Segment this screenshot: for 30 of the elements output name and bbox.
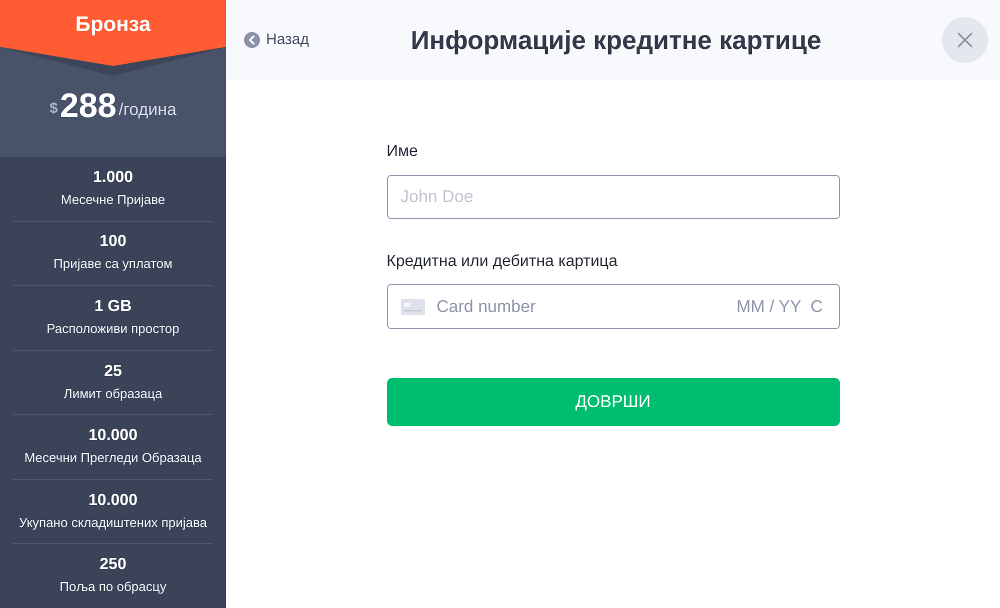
expiry-field[interactable]: MM / YY [736, 294, 806, 320]
card-icon [400, 298, 424, 314]
feature-value: 1.000 [92, 168, 134, 188]
cvc-field[interactable]: C [810, 294, 824, 320]
feature-label: Месечне Пријаве [60, 190, 166, 209]
card-number-field[interactable]: Card number [436, 294, 736, 320]
field-label: Кредитна или дебитна картица [386, 252, 618, 272]
name-field[interactable]: John Doe [386, 175, 840, 219]
page-title: Информације кредитне картице [410, 24, 822, 56]
feature-label: Поља по обрасцу [60, 578, 166, 596]
feature-value: 1 GB [94, 296, 132, 317]
feature-label: Пријаве са уплатом [54, 255, 172, 274]
feature-value: 10.000 [88, 426, 138, 446]
feature-value: 250 [100, 555, 126, 576]
feature-value: 25 [104, 362, 122, 382]
card-field[interactable]: Card number MM / YY C [386, 284, 840, 329]
back-button[interactable]: Назад [244, 28, 309, 52]
feature-label: Месечни Прегледи Образаца [24, 449, 202, 468]
feature-label: Укупано складиштених пријава [19, 514, 207, 532]
feature-value: 10.000 [88, 490, 138, 511]
price-amount: 288 [60, 86, 117, 126]
price-currency: $ [50, 99, 58, 120]
feature-label: Лимит образаца [64, 384, 162, 403]
feature-value: 100 [100, 232, 126, 252]
back-icon [244, 32, 260, 48]
price-period: /година [118, 98, 176, 121]
plan-name: Бронза [75, 12, 151, 38]
close-button[interactable] [942, 17, 988, 63]
feature-label: Расположиви простор [46, 320, 180, 338]
field-label: Име [386, 142, 419, 162]
